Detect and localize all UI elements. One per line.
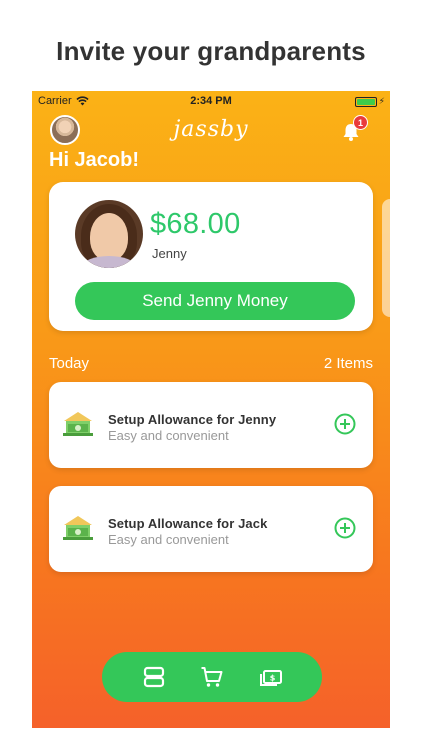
greeting: Hi Jacob!	[49, 149, 140, 171]
allowance-icon	[63, 412, 93, 436]
allowance-icon	[63, 516, 93, 540]
task-title: Setup Allowance for Jenny	[108, 412, 277, 427]
kid-name: Jenny	[152, 246, 187, 261]
app-logo: jassby	[173, 117, 249, 142]
svg-text:$: $	[270, 674, 276, 683]
cart-icon[interactable]	[200, 665, 224, 689]
next-card-peek[interactable]	[382, 199, 390, 317]
send-money-button[interactable]: Send Jenny Money	[75, 282, 355, 320]
phone-screen: Carrier 2:34 PM ⚡ jassby 1 Hi Jacob! $68…	[32, 91, 390, 728]
notification-badge: 1	[353, 115, 368, 130]
section-title: Today	[49, 355, 90, 372]
status-time: 2:34 PM	[190, 95, 232, 107]
kid-avatar	[75, 200, 143, 268]
balance-amount: $68.00	[150, 208, 241, 240]
cards-icon[interactable]	[142, 665, 166, 689]
tab-bar: $	[102, 652, 322, 702]
status-right: ⚡	[354, 96, 385, 107]
task-subtitle: Easy and convenient	[108, 428, 229, 443]
task-card[interactable]: Setup Allowance for Jenny Easy and conve…	[49, 382, 373, 468]
add-circle-icon[interactable]	[334, 517, 356, 539]
promo-headline: Invite your grandparents	[56, 36, 366, 66]
add-circle-icon[interactable]	[334, 413, 356, 435]
status-bar: Carrier 2:34 PM ⚡	[32, 95, 390, 109]
task-card[interactable]: Setup Allowance for Jack Easy and conven…	[49, 486, 373, 572]
task-title: Setup Allowance for Jack	[108, 516, 268, 531]
section-count: 2 Items	[323, 355, 373, 372]
money-icon[interactable]: $	[259, 665, 283, 689]
charging-icon: ⚡	[378, 96, 385, 106]
balance-card[interactable]: $68.00 Jenny Send Jenny Money	[49, 182, 373, 331]
task-subtitle: Easy and convenient	[108, 532, 229, 547]
battery-icon	[354, 96, 377, 107]
